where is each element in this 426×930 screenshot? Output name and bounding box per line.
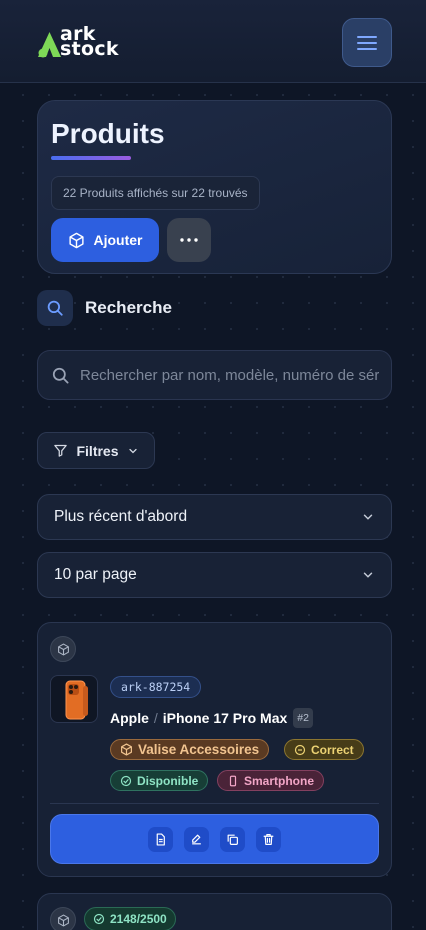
hamburger-menu-icon <box>357 35 377 50</box>
edit-product-button[interactable] <box>184 826 209 852</box>
location-tag[interactable]: Valise Accessoires <box>110 739 270 760</box>
trash-icon <box>263 833 274 845</box>
chevron-down-icon <box>363 572 373 578</box>
search-heading-label: Recherche <box>85 298 172 317</box>
products-header-card: Produits 22 Produits affichés sur 22 tro… <box>37 100 392 274</box>
check-circle-icon <box>120 775 132 786</box>
box-icon <box>57 643 69 655</box>
condition-tag: Correct <box>284 739 364 760</box>
product-select-toggle[interactable] <box>50 907 76 930</box>
sort-order-select[interactable]: Plus récent d'abord <box>37 494 392 540</box>
minus-circle-icon <box>294 744 306 755</box>
document-icon <box>156 832 165 846</box>
search-input[interactable] <box>80 351 391 399</box>
search-input-icon-wrap <box>38 366 80 385</box>
delete-product-button[interactable] <box>256 826 281 852</box>
product-sku-badge[interactable]: ark-887254 <box>110 676 202 698</box>
sort-order-value: Plus récent d'abord <box>54 508 188 525</box>
product-thumbnail[interactable] <box>50 675 98 723</box>
more-options-button[interactable] <box>167 218 211 262</box>
box-icon <box>121 743 132 756</box>
product-name[interactable]: Apple / iPhone 17 Pro Max #2 <box>110 707 313 729</box>
product-actions-bar <box>50 814 379 864</box>
stock-badge: 2148/2500 <box>84 907 176 930</box>
status-badge: Disponible <box>110 770 209 791</box>
condition-tag-label: Correct <box>311 742 354 757</box>
phone-image <box>65 680 88 720</box>
box-icon <box>57 914 69 926</box>
filter-icon <box>54 444 68 457</box>
product-select-toggle[interactable] <box>50 636 76 662</box>
duplicate-icon <box>227 834 238 845</box>
category-tag-label: Smartphone <box>244 773 315 788</box>
smartphone-icon <box>229 775 237 786</box>
category-tag: Smartphone <box>217 770 325 791</box>
hamburger-menu-button[interactable] <box>342 18 392 67</box>
product-number-badge: #2 <box>293 708 313 728</box>
box-icon <box>68 232 84 248</box>
check-circle-icon <box>93 913 105 925</box>
page-title: Produits <box>51 118 165 149</box>
view-details-button[interactable] <box>148 826 173 852</box>
duplicate-product-button[interactable] <box>220 826 245 852</box>
product-name-separator: / <box>153 710 158 726</box>
edit-icon <box>192 834 201 844</box>
add-product-label: Ajouter <box>93 232 143 248</box>
add-product-button[interactable]: Ajouter <box>51 218 159 262</box>
chevron-down-icon <box>128 448 137 453</box>
chevron-down-icon <box>363 514 373 520</box>
title-underline <box>51 156 131 160</box>
location-tag-label: Valise Accessoires <box>138 742 260 757</box>
items-per-page-value: 10 par page <box>54 566 137 583</box>
more-horizontal-icon <box>180 238 198 242</box>
product-model: iPhone 17 Pro Max <box>162 710 288 726</box>
status-badge-label: Disponible <box>137 773 199 788</box>
filters-button[interactable]: Filtres <box>37 432 155 469</box>
product-brand: Apple <box>110 710 149 726</box>
search-field[interactable] <box>37 350 392 400</box>
search-icon <box>47 300 63 316</box>
product-card[interactable]: 2148/2500 <box>37 893 392 930</box>
ark-stock-logo[interactable]: ark stock <box>37 25 137 62</box>
logo-text-stock: stock <box>60 38 119 60</box>
search-icon <box>52 367 68 383</box>
search-section-heading: Recherche <box>37 290 172 326</box>
items-per-page-select[interactable]: 10 par page <box>37 552 392 598</box>
card-divider <box>50 803 379 804</box>
search-heading-icon-badge <box>37 290 73 326</box>
top-bar: ark stock <box>0 0 426 83</box>
results-count-badge: 22 Produits affichés sur 22 trouvés <box>51 176 260 210</box>
product-card[interactable]: ark-887254 Apple / iPhone 17 Pro Max #2 … <box>37 622 392 877</box>
filters-label: Filtres <box>76 442 119 459</box>
stock-badge-label: 2148/2500 <box>110 912 167 926</box>
